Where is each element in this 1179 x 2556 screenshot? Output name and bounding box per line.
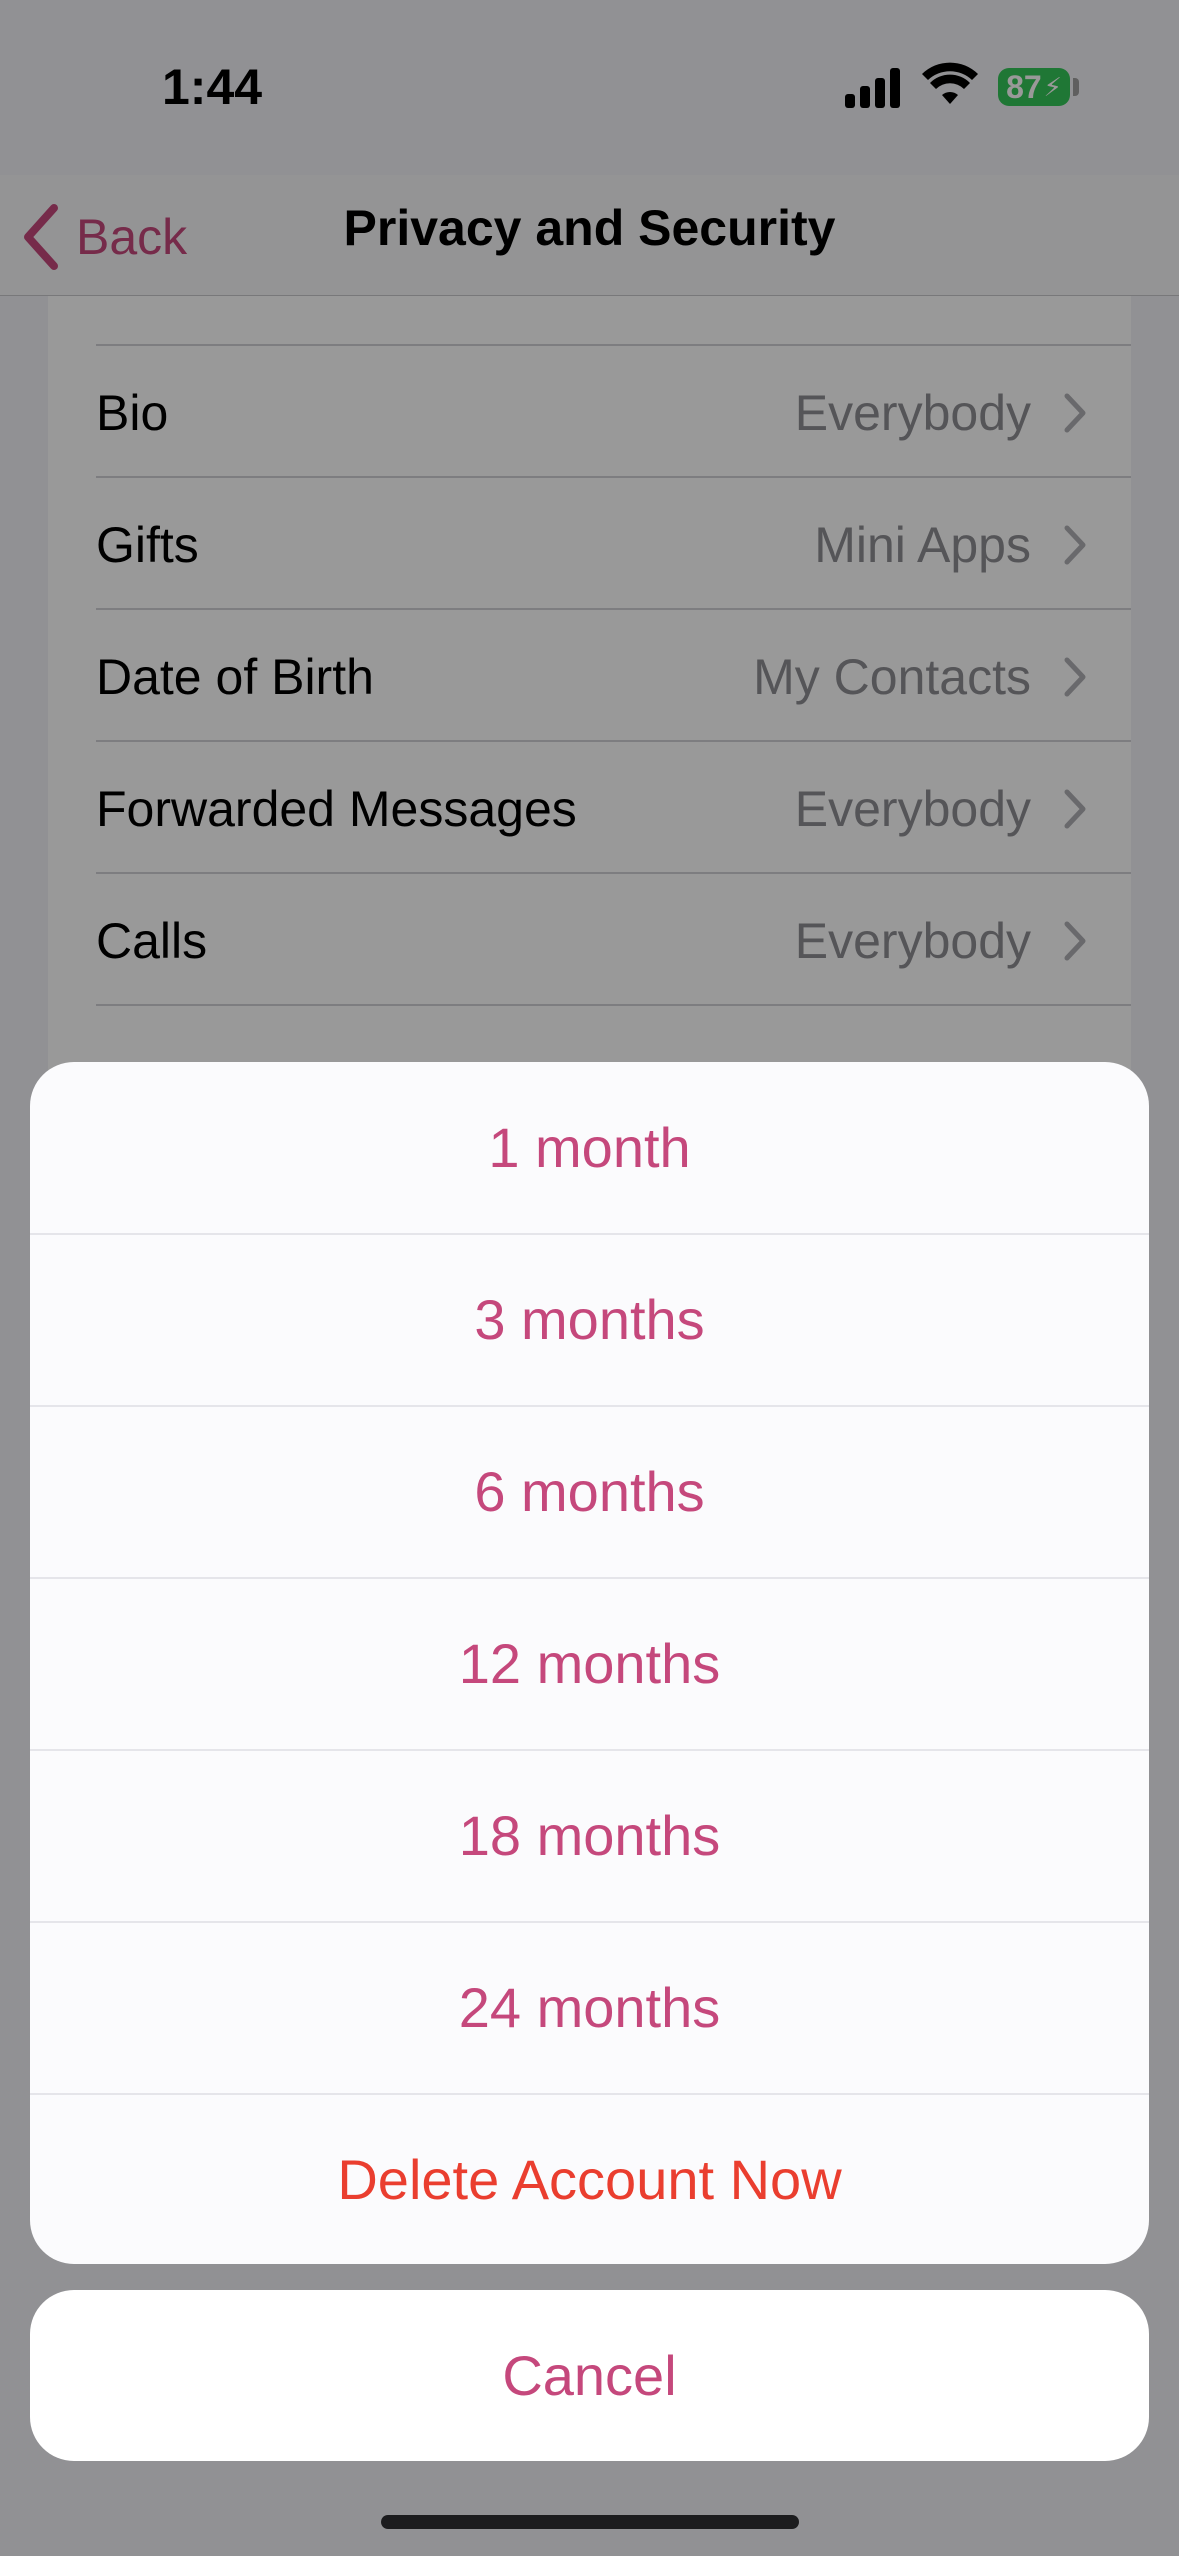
option-12-months[interactable]: 12 months bbox=[30, 1578, 1149, 1749]
option-3-months[interactable]: 3 months bbox=[30, 1234, 1149, 1405]
option-18-months[interactable]: 18 months bbox=[30, 1750, 1149, 1921]
account-self-destruct-sheet: 1 month 3 months 6 months 12 months 18 m… bbox=[30, 1062, 1149, 2264]
home-indicator[interactable] bbox=[381, 2515, 799, 2529]
delete-account-now-button[interactable]: Delete Account Now bbox=[30, 2094, 1149, 2264]
cancel-button[interactable]: Cancel bbox=[30, 2290, 1149, 2461]
option-1-month[interactable]: 1 month bbox=[30, 1062, 1149, 1233]
option-24-months[interactable]: 24 months bbox=[30, 1922, 1149, 2093]
option-6-months[interactable]: 6 months bbox=[30, 1406, 1149, 1577]
